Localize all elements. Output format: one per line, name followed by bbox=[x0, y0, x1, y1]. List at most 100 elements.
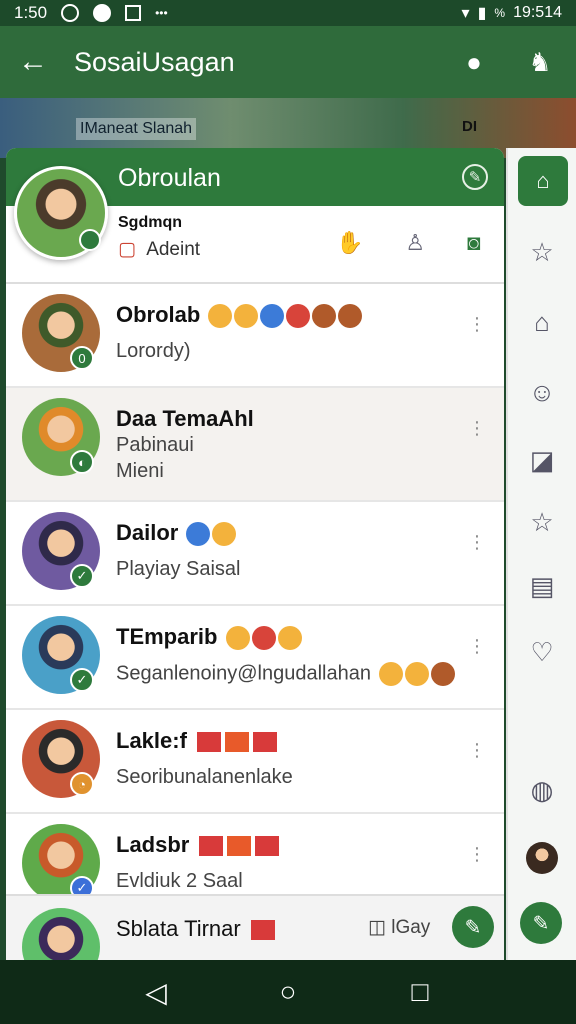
more-notifications-icon: ••• bbox=[155, 6, 168, 20]
wifi-icon: ▾ bbox=[461, 5, 470, 22]
chat-row[interactable]: ◐ Daa TemaAhl Pabinaui Mieni ⋮ bbox=[6, 388, 504, 502]
emoji-icon bbox=[430, 662, 455, 686]
my-subtitle: ▢ Adeint bbox=[118, 238, 200, 261]
chat-row[interactable]: ◔ Lakle:f Seoribunalanenlake ⋮ bbox=[6, 710, 504, 814]
emoji-icon bbox=[378, 662, 403, 686]
recents-square-icon[interactable]: □ bbox=[400, 972, 440, 1012]
chat-icon[interactable]: ◙ bbox=[467, 230, 480, 256]
more-icon[interactable]: ⋮ bbox=[468, 844, 486, 865]
home-circle-icon[interactable]: ○ bbox=[268, 972, 308, 1012]
tag-icon bbox=[225, 732, 250, 753]
bottom-chat-row[interactable]: Sblata Tirnar ◫ lGay ✎ bbox=[6, 894, 504, 960]
banner-label: IManeat Slanah bbox=[76, 118, 197, 140]
chat-preview: Pabinaui bbox=[116, 434, 194, 456]
chat-row[interactable]: ✓ TEmparib Seganlenoiny@lngudallahan ⋮ bbox=[6, 606, 504, 710]
emoji-icon bbox=[208, 304, 233, 329]
avatar bbox=[22, 908, 100, 960]
tag-icon bbox=[255, 836, 280, 857]
emoji-icon bbox=[286, 304, 311, 329]
my-name: Sgdmqn bbox=[118, 214, 182, 231]
chat-name: Lakle:f bbox=[116, 728, 278, 754]
nav-bar: ◁ ○ □ bbox=[0, 960, 576, 1024]
more-icon[interactable]: ⋮ bbox=[468, 532, 486, 553]
tag-icon bbox=[197, 732, 222, 753]
note-icon[interactable]: ◪ bbox=[528, 445, 556, 475]
chat-preview: Seganlenoiny@lngudallahan bbox=[116, 662, 455, 686]
whatsapp-icon bbox=[61, 4, 80, 22]
chat-row[interactable]: ✓ Dailor Playiay Saisal ⋮ bbox=[6, 502, 504, 606]
chat-preview: Lorordy) bbox=[116, 340, 191, 362]
notification-dot-icon bbox=[93, 4, 112, 22]
tag-icon bbox=[250, 920, 275, 941]
emoji-icon bbox=[260, 304, 285, 329]
chat-name: Ladsbr bbox=[116, 832, 280, 858]
rail-action-button[interactable]: ✎ bbox=[520, 902, 562, 944]
star-icon[interactable]: ☆ bbox=[528, 237, 556, 267]
status-badge: ◐ bbox=[70, 450, 94, 474]
my-avatar[interactable] bbox=[14, 166, 108, 260]
home-icon[interactable]: ⌂ bbox=[528, 307, 556, 337]
chat-name: TEmparib bbox=[116, 624, 302, 651]
chat-preview: Evldiuk 2 Saal bbox=[116, 870, 243, 892]
status-clock: 19:514 bbox=[513, 4, 562, 21]
more-icon[interactable]: ⋮ bbox=[468, 740, 486, 761]
chat-preview-2: Mieni bbox=[116, 460, 164, 482]
status-bar: 1:50 ••• ▾ ▮ % 19:514 bbox=[0, 0, 576, 26]
status-time: 1:50 bbox=[14, 3, 48, 22]
back-triangle-icon[interactable]: ◁ bbox=[136, 972, 176, 1012]
heart-icon[interactable]: ♡ bbox=[528, 637, 556, 667]
emoji-icon bbox=[234, 304, 259, 329]
status-badge: 0 bbox=[70, 346, 94, 370]
tag-icon bbox=[253, 732, 278, 753]
battery-percent: % bbox=[494, 6, 506, 20]
profile-icon[interactable]: ♞ bbox=[522, 44, 558, 80]
compass-icon[interactable]: ◍ bbox=[528, 775, 556, 805]
signal-icon: ▮ bbox=[477, 5, 487, 22]
side-rail: ⌂ ☆ ⌂ ☺ ◪ ☆ ▤ ♡ ◍ ✎ bbox=[506, 148, 576, 960]
gallery-icon bbox=[125, 5, 142, 21]
compose-button[interactable]: ✎ bbox=[452, 906, 494, 948]
rail-avatar[interactable] bbox=[526, 842, 558, 874]
chat-panel: Obroulan ✎ Sgdmqn ▢ Adeint ✋ ♙ ◙ 0 Obrol… bbox=[6, 148, 504, 960]
my-subtitle-text: Adeint bbox=[146, 239, 201, 260]
banner-badge: DI bbox=[462, 118, 477, 135]
person-icon[interactable]: ♙ bbox=[405, 230, 425, 256]
group-icon[interactable]: ● bbox=[456, 44, 492, 80]
edit-icon[interactable]: ✎ bbox=[462, 164, 488, 190]
hand-icon[interactable]: ✋ bbox=[336, 230, 363, 256]
status-badge: ◔ bbox=[70, 772, 94, 796]
status-badge: ✓ bbox=[70, 668, 94, 692]
tag-icon bbox=[199, 836, 224, 857]
chat-preview: Seoribunalanenlake bbox=[116, 766, 293, 788]
chat-name: Sblata Tirnar bbox=[116, 916, 275, 942]
status-badge: ✓ bbox=[70, 564, 94, 588]
chat-name: Daa TemaAhl bbox=[116, 406, 254, 431]
admin-icon: ▢ bbox=[118, 239, 136, 260]
emoji-icon bbox=[277, 626, 302, 651]
emoji-icon bbox=[212, 522, 237, 547]
emoji-icon bbox=[338, 304, 363, 329]
chat-row[interactable]: 0 Obrolab Lorordy) ⋮ bbox=[6, 284, 504, 388]
more-icon[interactable]: ⋮ bbox=[468, 636, 486, 657]
mask-icon[interactable]: ☺ bbox=[528, 377, 556, 407]
app-bar: ← SosaiUsagan ● ♞ bbox=[0, 26, 576, 98]
panel-title: Obroulan bbox=[118, 164, 221, 192]
app-title: SosaiUsagan bbox=[74, 46, 235, 77]
more-icon[interactable]: ⋮ bbox=[468, 418, 486, 439]
star-outline-icon[interactable]: ☆ bbox=[528, 507, 556, 537]
chat-preview: Playiay Saisal bbox=[116, 558, 241, 580]
emoji-icon bbox=[225, 626, 250, 651]
list-icon[interactable]: ▤ bbox=[528, 571, 556, 601]
shield-icon: ◫ bbox=[368, 917, 386, 938]
bottom-label: ◫ lGay bbox=[368, 917, 431, 938]
emoji-icon bbox=[404, 662, 429, 686]
emoji-icon bbox=[251, 626, 276, 651]
chat-name: Dailor bbox=[116, 520, 237, 547]
rail-home-button[interactable]: ⌂ bbox=[518, 156, 568, 206]
chat-name: Obrolab bbox=[116, 302, 363, 329]
back-arrow-icon[interactable]: ← bbox=[18, 45, 58, 79]
more-icon[interactable]: ⋮ bbox=[468, 314, 486, 335]
status-badge bbox=[79, 229, 101, 251]
tag-icon bbox=[227, 836, 252, 857]
emoji-icon bbox=[312, 304, 337, 329]
